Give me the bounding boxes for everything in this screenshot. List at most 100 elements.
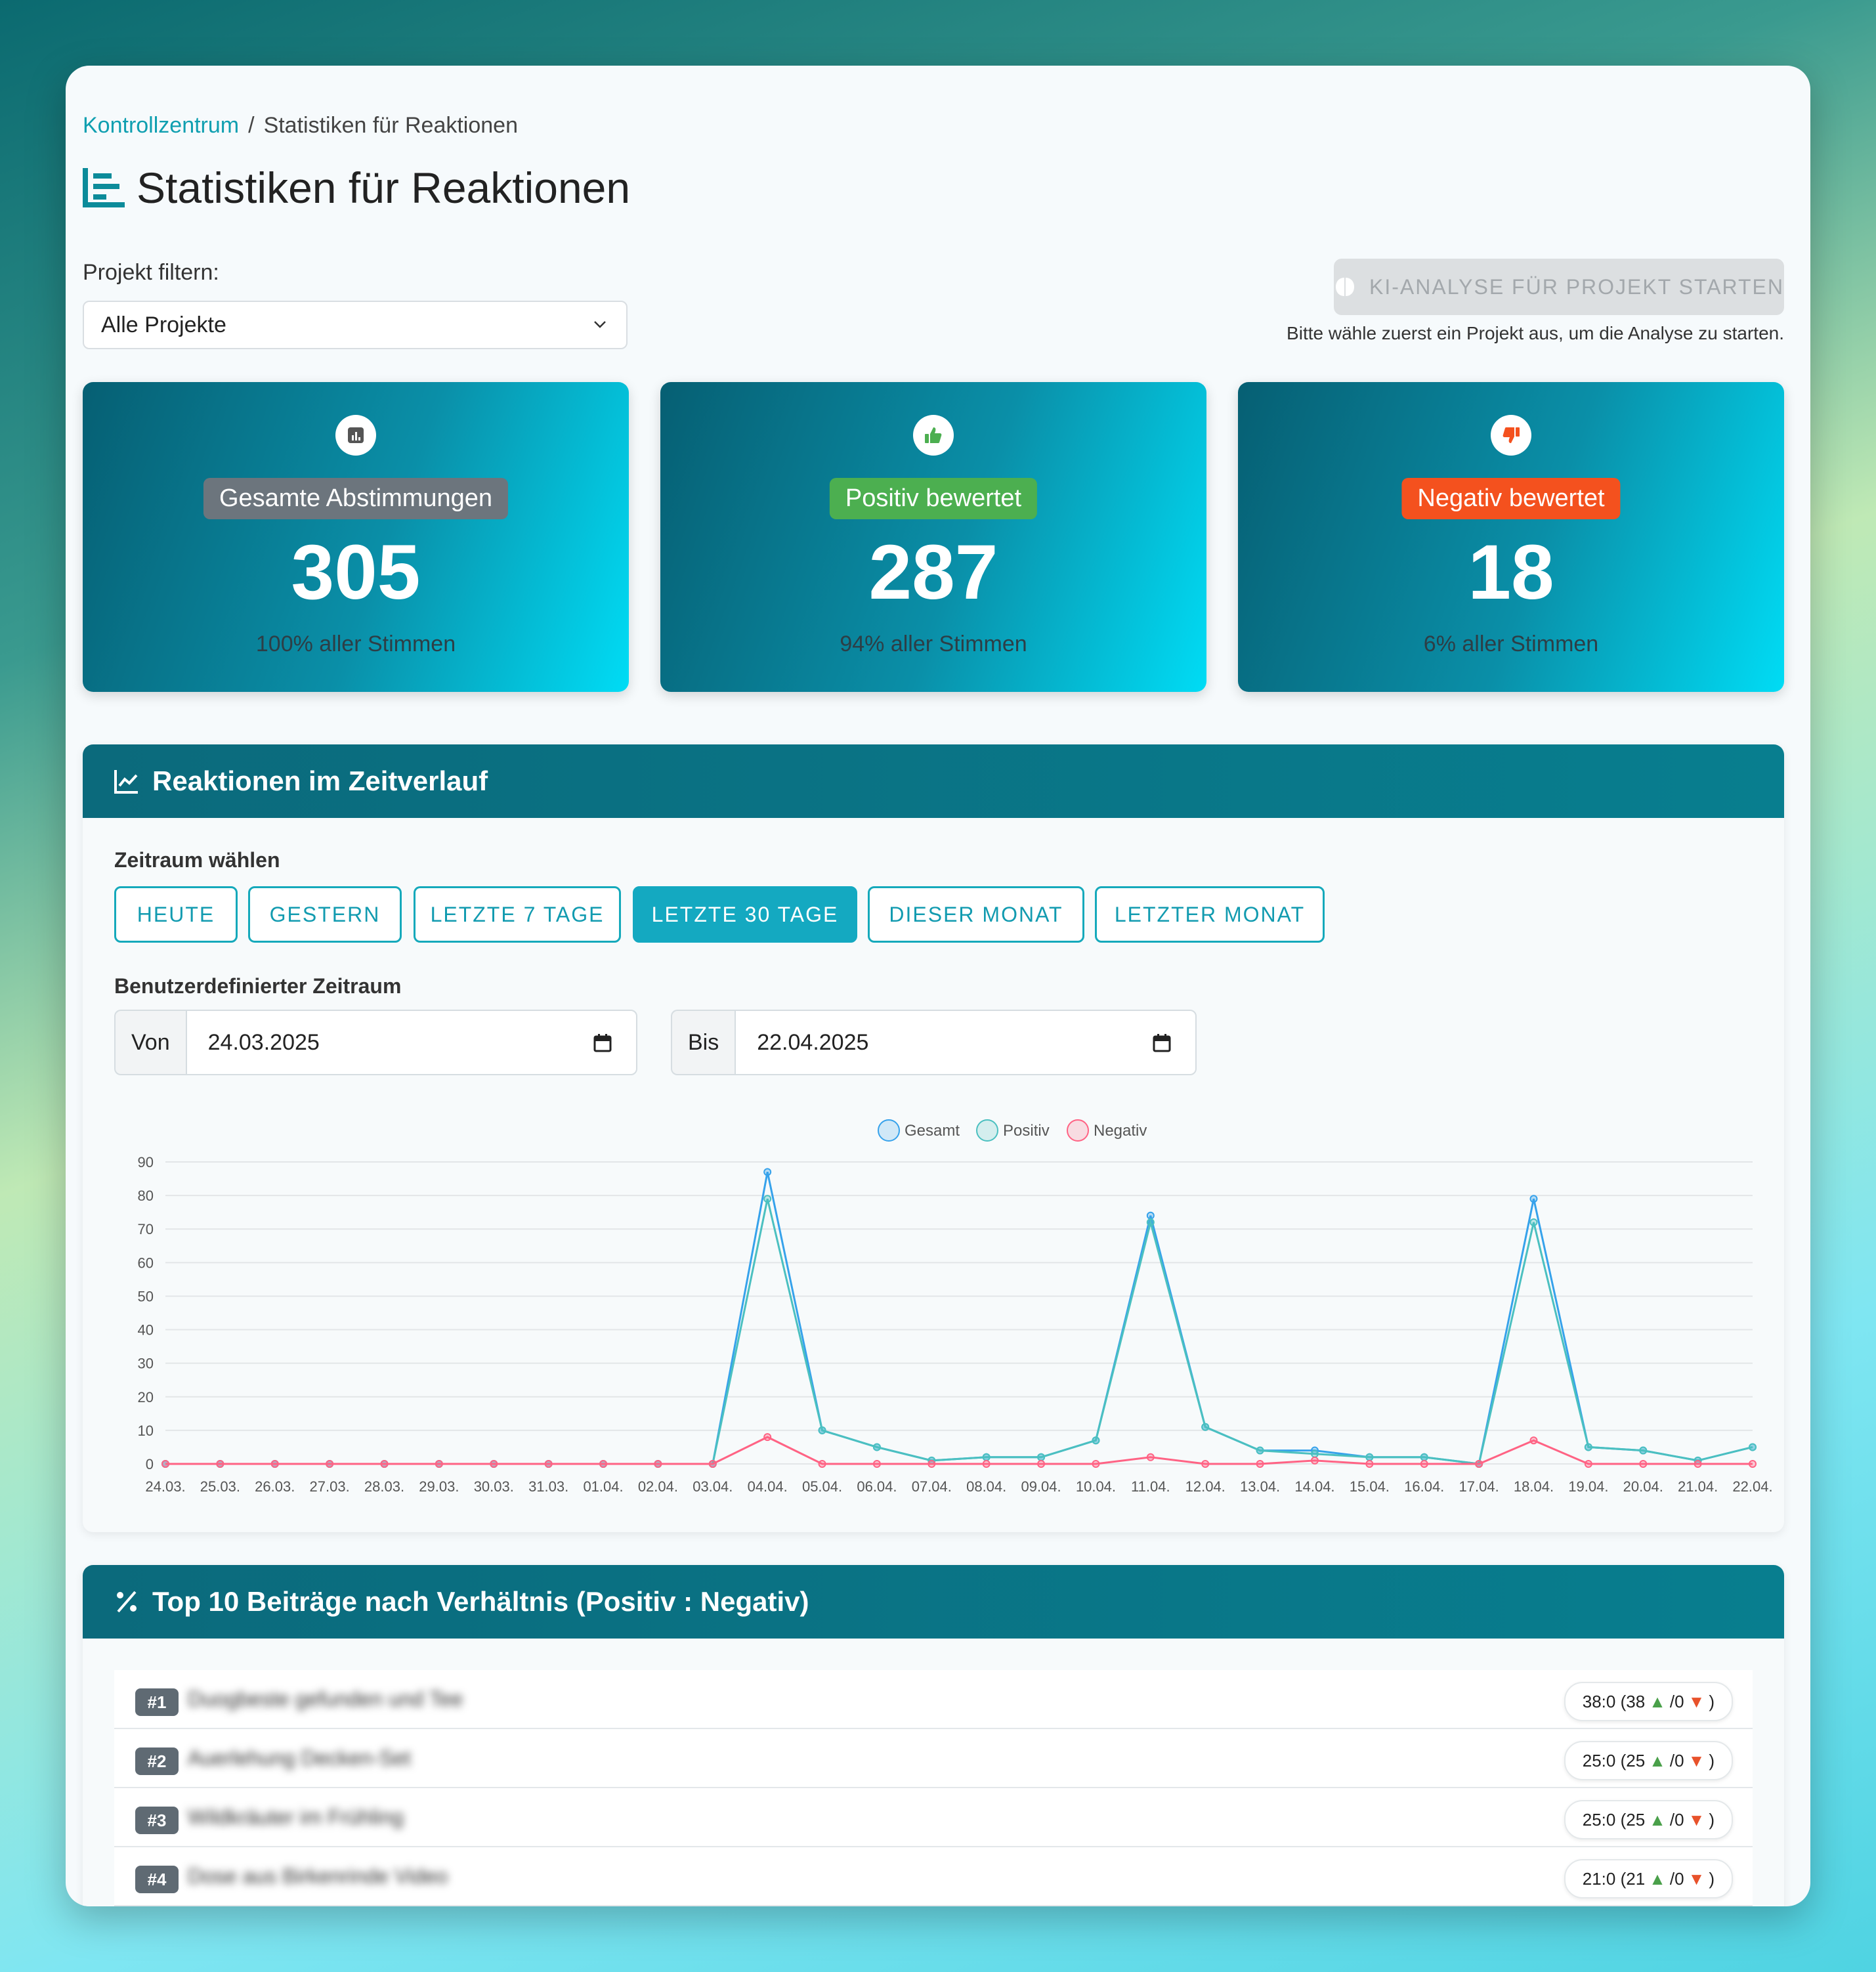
thumbs-up-icon [913,415,954,456]
timeline-card-header: Reaktionen im Zeitverlauf [83,744,1784,818]
list-item[interactable]: #3 Wildkräuter im Frühling 25:0 (25 ▲/ 0 ▼… [114,1788,1753,1847]
stat-card-negative: Negativ bewertet 18 6% aller Stimmen [1238,382,1784,692]
date-to-input[interactable]: 22.04.2025 [735,1010,1197,1075]
data-point [490,1460,498,1468]
list-item[interactable]: #2 Auerlehung Decken-Set 25:0 (25 ▲/ 0 ▼) [114,1729,1753,1788]
range-button-today[interactable]: HEUTE [114,886,238,943]
x-tick-label: 11.04. [1131,1478,1170,1495]
data-point [1092,1460,1100,1468]
data-point [1146,1453,1155,1461]
data-point [1639,1446,1648,1455]
stat-positive-sub: 94% aller Stimmen [840,632,1027,656]
thumbs-up-icon: ▲ [1649,1691,1666,1711]
x-tick-label: 09.04. [1021,1478,1061,1495]
range-button-this-month[interactable]: DIESER MONAT [868,886,1084,943]
legend-label: Negativ [1094,1122,1147,1140]
data-point [544,1460,553,1468]
data-point [1529,1218,1538,1226]
data-point [1146,1218,1155,1226]
stat-card-total: Gesamte Abstimmungen 305 100% aller Stim… [83,382,629,692]
x-tick-label: 17.04. [1459,1478,1499,1495]
stat-negative-value: 18 [1468,529,1554,616]
data-point [599,1460,608,1468]
post-title[interactable]: Dose aus Birkenrinde Video [188,1864,448,1889]
breadcrumb-current: Statistiken für Reaktionen [263,113,518,138]
data-point [1584,1443,1592,1451]
rank-badge: #1 [135,1688,179,1716]
chevron-down-icon [594,321,606,328]
post-title[interactable]: Auerlehung Decken-Set [188,1746,411,1770]
y-tick-label: 50 [138,1288,154,1304]
timeline-chart: 0 10 20 30 40 50 60 70 80 90 24.03. 25.03. 26.03. 27.… [114,1112,1781,1506]
data-point [654,1460,662,1468]
y-tick-label: 70 [138,1221,154,1237]
thumbs-down-icon [1491,415,1531,456]
ai-analysis-button[interactable]: KI-ANALYSE FÜR PROJEKT STARTEN [1334,259,1784,315]
data-point [1475,1460,1483,1468]
data-point [1365,1460,1374,1468]
data-point [380,1460,389,1468]
timeline-chart-svg: 0 10 20 30 40 50 60 70 80 90 24.03. 25.03. 26.03. 27.… [138,1119,1773,1495]
positive-count: 38 [1626,1691,1646,1711]
x-tick-label: 29.03. [419,1478,459,1495]
x-tick-label: 02.04. [638,1478,678,1495]
range-button-yesterday[interactable]: GESTERN [248,886,402,943]
date-to-label: Bis [671,1010,735,1075]
data-point [872,1460,881,1468]
custom-range-label: Benutzerdefinierter Zeitraum [114,974,402,998]
data-point [1146,1211,1155,1220]
list-item[interactable]: #1 Duogbeste gefunden und Tee 38:0 (38 ▲ /… [114,1670,1753,1729]
data-point [1037,1453,1046,1461]
list-item[interactable]: #4 Dose aus Birkenrinde Video 21:0 (21 ▲ /… [114,1847,1753,1906]
breadcrumb-root-link[interactable]: Kontrollzentrum [83,113,239,138]
list-chart-icon [83,168,125,207]
post-title[interactable]: Duogbeste gefunden und Tee [188,1687,463,1711]
timeline-card: Reaktionen im Zeitverlauf Zeitraum wähle… [83,744,1784,1532]
x-tick-label: 22.04. [1732,1478,1772,1495]
data-point [326,1460,334,1468]
x-tick-label: 10.04. [1076,1478,1116,1495]
negative-count: 0 [1674,1809,1684,1830]
y-tick-label: 0 [146,1456,154,1472]
ratio-badge: 25:0 (25 ▲/ 0 ▼) [1564,1800,1733,1839]
y-tick-label: 30 [138,1356,154,1372]
rank-badge: #4 [135,1866,179,1893]
data-point [1256,1446,1264,1455]
positive-count: 21 [1626,1868,1646,1889]
ratio-value: 21:0 [1582,1868,1616,1889]
thumbs-up-icon: ▲ [1649,1750,1666,1770]
range-button-last-month[interactable]: LETZTER MONAT [1095,886,1325,943]
post-title[interactable]: Wildkräuter im Frühling [188,1805,404,1830]
x-tick-label: 05.04. [802,1478,842,1495]
date-from-label: Von [114,1010,186,1075]
date-from-input[interactable]: 24.03.2025 [185,1010,637,1075]
stat-total-sub: 100% aller Stimmen [255,632,456,656]
data-point [763,1195,772,1203]
rank-badge: #3 [135,1807,179,1834]
data-point [1365,1453,1374,1461]
bar-chart-icon [335,415,376,456]
data-point [435,1460,443,1468]
data-point [982,1453,991,1461]
legend-marker [976,1119,998,1142]
x-tick-label: 08.04. [966,1478,1006,1495]
project-filter-select[interactable]: Alle Projekte [83,301,628,349]
y-tick-label: 20 [138,1389,154,1405]
page-title: Statistiken für Reaktionen [83,163,630,213]
x-tick-label: 18.04. [1514,1478,1554,1495]
positive-count: 25 [1626,1809,1646,1830]
x-tick-label: 13.04. [1240,1478,1280,1495]
legend-marker [878,1119,900,1142]
breadcrumb: Kontrollzentrum / Statistiken für Reaktion… [83,113,518,139]
data-point [1749,1443,1757,1451]
range-button-last-7-days[interactable]: LETZTE 7 TAGE [414,886,621,943]
timeline-title: Reaktionen im Zeitverlauf [152,765,488,796]
thumbs-up-icon: ▲ [1649,1809,1666,1830]
data-point [818,1426,826,1434]
date-from-group: Von 24.03.2025 [114,1010,637,1075]
x-tick-label: 04.04. [748,1478,788,1495]
x-tick-label: 21.04. [1678,1478,1718,1495]
breadcrumb-separator: / [248,113,255,138]
data-point [818,1460,826,1468]
range-button-last-30-days[interactable]: LETZTE 30 TAGE [633,886,857,943]
